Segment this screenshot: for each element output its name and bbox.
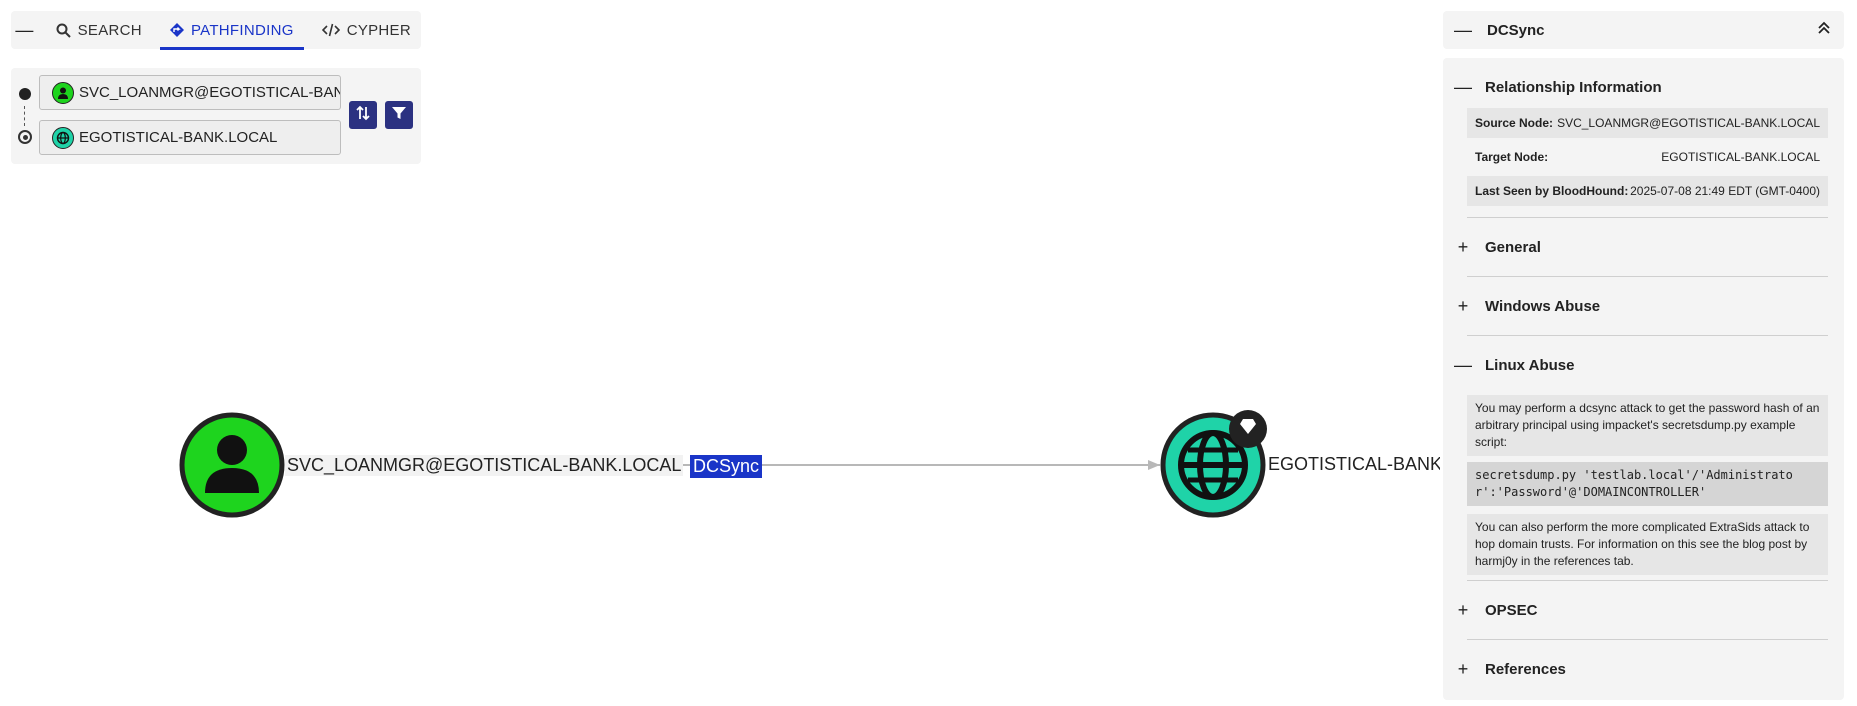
search-icon [56, 23, 71, 38]
start-node-input[interactable]: SVC_LOANMGR@EGOTISTICAL-BANK.LOCAL [39, 75, 341, 110]
section-windows-abuse[interactable]: + Windows Abuse [1443, 286, 1844, 326]
tab-cypher[interactable]: CYPHER [312, 11, 421, 49]
collapse-icon: — [1454, 76, 1472, 97]
section-general[interactable]: + General [1443, 227, 1844, 267]
search-toolbar: — SEARCH PATHFINDING CYPHER [11, 11, 421, 50]
section-label: References [1485, 660, 1566, 678]
divider [1467, 335, 1828, 336]
target-dot-icon [18, 130, 32, 144]
source-node-label: SVC_LOANMGR@EGOTISTICAL-BANK.LOCAL [285, 455, 684, 476]
expand-icon: + [1457, 599, 1469, 620]
source-node-key: Source Node: [1475, 116, 1554, 130]
section-label: Relationship Information [1485, 78, 1662, 96]
code-icon [321, 23, 340, 37]
tab-pathfinding[interactable]: PATHFINDING [159, 11, 304, 50]
section-label: Linux Abuse [1485, 356, 1575, 374]
linux-abuse-code: secretsdump.py 'testlab.local'/'Administ… [1467, 462, 1828, 506]
section-label: OPSEC [1485, 601, 1538, 619]
filter-icon [391, 105, 407, 126]
linux-abuse-text-1: You may perform a dcsync attack to get t… [1467, 395, 1828, 456]
collapse-icon: — [1454, 354, 1472, 375]
expand-icon: + [1457, 658, 1469, 679]
tab-search[interactable]: SEARCH [46, 11, 152, 49]
globe-icon [52, 126, 74, 149]
expand-icon: + [1457, 295, 1469, 316]
tab-search-label: SEARCH [77, 21, 142, 39]
user-icon [52, 81, 74, 104]
target-node-label: EGOTISTICAL-BANK.LOCAL [1268, 454, 1440, 474]
divider [1467, 639, 1828, 640]
diamond-badge-icon [1229, 410, 1267, 448]
source-node[interactable] [179, 412, 285, 518]
start-node-value: SVC_LOANMGR@EGOTISTICAL-BANK.LOCAL [79, 84, 340, 101]
section-label: General [1485, 238, 1541, 256]
section-opsec[interactable]: + OPSEC [1443, 590, 1844, 630]
collapse-panel-button[interactable]: — [1443, 20, 1483, 41]
source-node-row: Source Node: SVC_LOANMGR@EGOTISTICAL-BAN… [1467, 108, 1828, 138]
end-node-input[interactable]: EGOTISTICAL-BANK.LOCAL [39, 120, 341, 155]
collapse-button[interactable]: — [11, 11, 38, 49]
tab-cypher-label: CYPHER [346, 21, 411, 39]
path-connector [24, 106, 25, 126]
linux-abuse-text-2: You can also perform the more complicate… [1467, 514, 1828, 575]
swap-nodes-button[interactable] [349, 101, 377, 129]
panel-title: DCSync [1487, 21, 1545, 39]
start-dot-icon [19, 88, 31, 100]
pathfinding-panel: SVC_LOANMGR@EGOTISTICAL-BANK.LOCAL EGOTI… [11, 68, 421, 164]
double-chevron-up-icon [1817, 21, 1831, 40]
expand-icon: + [1457, 236, 1469, 257]
entity-panel-header: — DCSync [1443, 11, 1844, 49]
last-seen-value: 2025-07-08 21:49 EDT (GMT-0400) [1630, 184, 1820, 198]
section-linux-abuse[interactable]: — Linux Abuse [1443, 345, 1844, 385]
divider [1467, 217, 1828, 218]
entity-panel: — Relationship Information Source Node: … [1443, 58, 1844, 700]
edge-filter-button[interactable] [385, 101, 413, 129]
swap-icon [355, 105, 371, 126]
section-references[interactable]: + References [1443, 649, 1844, 689]
divider [1467, 580, 1828, 581]
end-node-value: EGOTISTICAL-BANK.LOCAL [79, 129, 278, 146]
divider [1467, 276, 1828, 277]
target-node-value: EGOTISTICAL-BANK.LOCAL [1661, 150, 1820, 164]
last-seen-row: Last Seen by BloodHound: 2025-07-08 21:4… [1467, 176, 1828, 206]
expand-panel-button[interactable] [1804, 21, 1844, 40]
last-seen-key: Last Seen by BloodHound: [1475, 184, 1629, 198]
pathfinding-icon [169, 23, 184, 37]
target-node-row: Target Node: EGOTISTICAL-BANK.LOCAL [1467, 142, 1828, 172]
section-relationship-info[interactable]: — Relationship Information [1443, 67, 1844, 107]
source-node-value: SVC_LOANMGR@EGOTISTICAL-BANK.LOCAL [1557, 116, 1820, 130]
edge-arrowhead [1148, 460, 1160, 470]
target-node-key: Target Node: [1475, 150, 1549, 164]
tab-pathfinding-label: PATHFINDING [190, 21, 294, 39]
edge-label[interactable]: DCSync [690, 455, 763, 478]
section-label: Windows Abuse [1485, 297, 1601, 315]
